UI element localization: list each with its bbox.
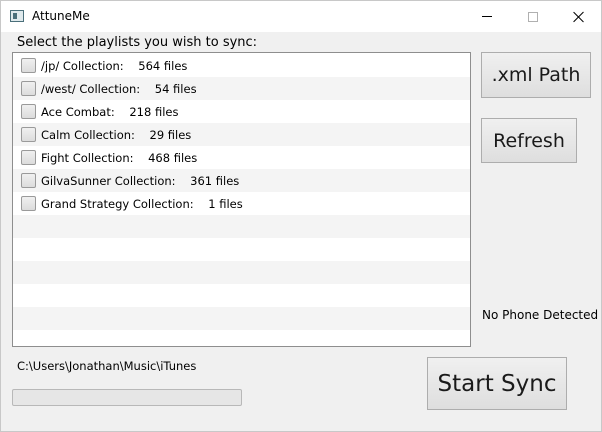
playlist-row[interactable]: Ace Combat: 218 files [13, 100, 470, 123]
start-sync-button[interactable]: Start Sync [427, 357, 567, 410]
maximize-button[interactable] [510, 1, 556, 32]
minimize-icon [482, 16, 492, 17]
app-window-icon [10, 10, 24, 22]
playlist-checkbox[interactable] [21, 104, 36, 119]
playlist-checkbox[interactable] [21, 58, 36, 73]
phone-status-label: No Phone Detected [482, 308, 599, 322]
playlist-checkbox[interactable] [21, 81, 36, 96]
playlist-prompt: Select the playlists you wish to sync: [17, 35, 258, 50]
playlist-row[interactable]: GilvaSunner Collection: 361 files [13, 169, 470, 192]
app-window: AttuneMe Select the playlists you wish t… [0, 0, 602, 432]
playlist-label: GilvaSunner Collection: 361 files [41, 173, 240, 188]
xml-path-button[interactable]: .xml Path [481, 52, 591, 98]
refresh-button[interactable]: Refresh [481, 118, 577, 163]
title-bar[interactable]: AttuneMe [1, 1, 601, 32]
empty-row [13, 215, 470, 238]
playlist-checkbox[interactable] [21, 196, 36, 211]
sync-progress-bar [12, 389, 242, 406]
playlist-label: Fight Collection: 468 files [41, 150, 198, 165]
playlist-row[interactable]: Fight Collection: 468 files [13, 146, 470, 169]
playlist-row[interactable]: Grand Strategy Collection: 1 files [13, 192, 470, 215]
playlist-checkbox[interactable] [21, 127, 36, 142]
empty-row [13, 238, 470, 261]
playlist-label: /jp/ Collection: 564 files [41, 58, 188, 73]
close-icon [573, 11, 585, 23]
close-button[interactable] [556, 1, 602, 32]
playlist-checkbox[interactable] [21, 150, 36, 165]
playlist-row[interactable]: /west/ Collection: 54 files [13, 77, 470, 100]
playlist-checkbox[interactable] [21, 173, 36, 188]
window-title: AttuneMe [32, 9, 90, 23]
playlist-row[interactable]: Calm Collection: 29 files [13, 123, 470, 146]
playlist-list[interactable]: /jp/ Collection: 564 files /west/ Collec… [12, 52, 471, 347]
empty-row [13, 307, 470, 330]
playlist-label: Ace Combat: 218 files [41, 104, 179, 119]
playlist-label: Grand Strategy Collection: 1 files [41, 196, 243, 211]
minimize-button[interactable] [464, 1, 510, 32]
empty-row [13, 330, 470, 346]
playlist-label: /west/ Collection: 54 files [41, 81, 197, 96]
playlist-label: Calm Collection: 29 files [41, 127, 192, 142]
library-path-label: C:\Users\Jonathan\Music\iTunes [17, 359, 197, 373]
empty-row [13, 284, 470, 307]
empty-row [13, 261, 470, 284]
playlist-row[interactable]: /jp/ Collection: 564 files [13, 54, 470, 77]
maximize-icon [528, 11, 538, 22]
